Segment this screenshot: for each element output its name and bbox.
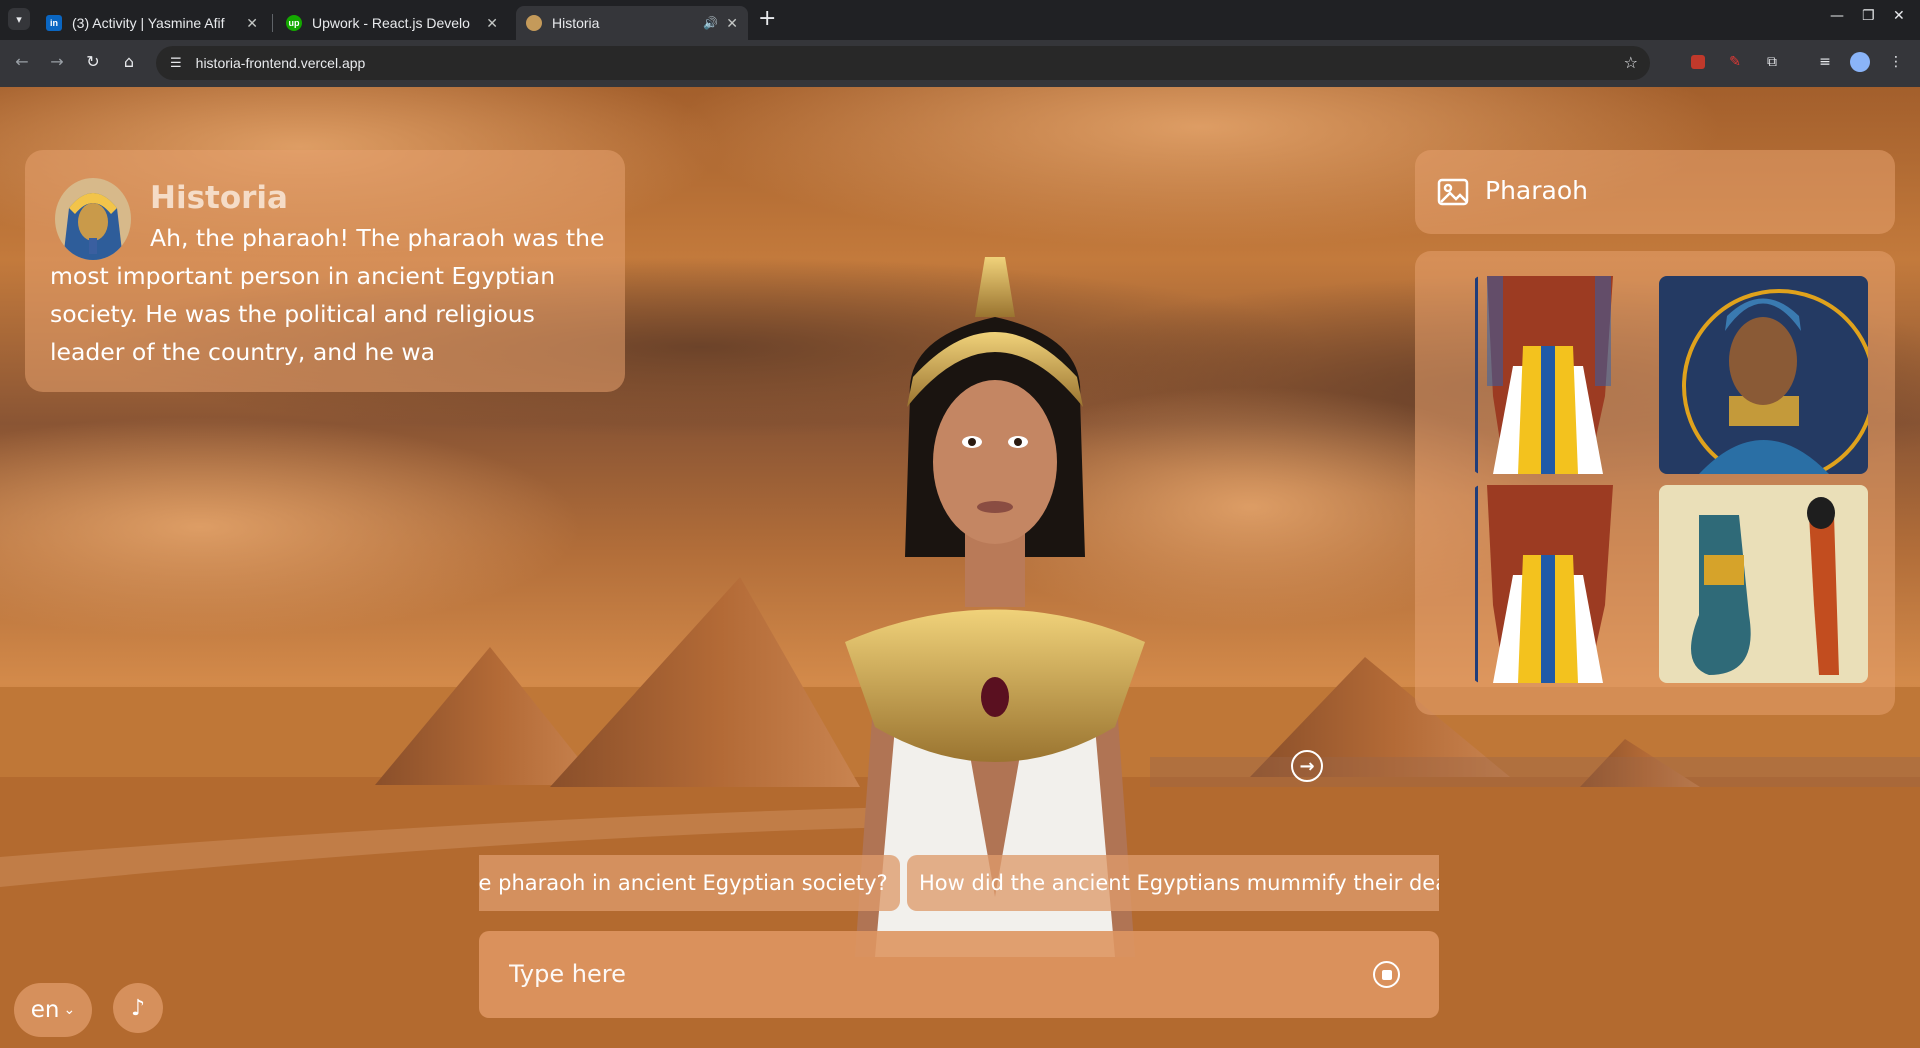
reload-icon[interactable]: ↻ [82,52,104,71]
historia-page: Historia Ah, the pharaoh! The pharaoh wa… [0,87,1920,1048]
ublock-icon[interactable] [1688,52,1708,72]
restore-icon[interactable]: ❐ [1862,8,1875,24]
browser-toolbar: ← → ↻ ⌂ ☰ historia-frontend.vercel.app ☆… [0,40,1920,87]
gallery-image-egyptian-gods[interactable] [1659,485,1868,683]
bookmark-star-icon[interactable]: ☆ [1624,53,1638,72]
language-selector[interactable]: en ⌄ [14,983,92,1037]
chat-message: Ah, the pharaoh! The pharaoh was the mos… [50,224,605,366]
forward-icon[interactable]: → [46,52,68,71]
media-controls-icon[interactable]: ≡ [1815,52,1835,72]
historia-icon [526,15,542,31]
close-tab-icon[interactable]: ✕ [486,15,498,32]
tab-search-button[interactable]: ▾ [8,8,30,30]
music-note-icon[interactable]: ♪ [113,983,163,1033]
url-text: historia-frontend.vercel.app [195,55,366,71]
image-topic-header: Pharaoh [1415,150,1895,234]
close-tab-icon[interactable]: ✕ [246,15,258,32]
linkedin-icon: in [46,15,62,31]
profile-avatar[interactable] [1850,52,1870,72]
tab-title: Historia [552,15,600,31]
minimize-icon[interactable]: — [1830,8,1844,24]
suggestion-chip[interactable]: How did the ancient Egyptians mummify th… [907,855,1439,911]
close-window-icon[interactable]: ✕ [1893,8,1905,24]
speaker-icon[interactable]: 🔊 [703,16,718,30]
pen-extension-icon[interactable]: ✎ [1725,52,1745,72]
image-icon [1437,178,1469,206]
tab-linkedin[interactable]: in (3) Activity | Yasmine Afif ✕ [36,6,268,40]
menu-icon[interactable]: ⋮ [1886,52,1906,72]
home-icon[interactable]: ⌂ [118,52,140,71]
stop-recording-icon[interactable] [1373,961,1400,988]
language-value: en [30,997,60,1023]
new-tab-button[interactable]: + [758,8,776,30]
image-gallery [1415,251,1895,715]
address-bar[interactable]: ☰ historia-frontend.vercel.app ☆ [156,46,1650,80]
gallery-image-pharaoh-drawing[interactable] [1473,276,1625,474]
chat-input-container [479,931,1439,1018]
back-icon[interactable]: ← [11,52,33,71]
gallery-image-pharaoh-drawing-2[interactable] [1473,485,1625,683]
tab-title: Upwork - React.js Develo [312,15,470,31]
suggestion-list: What was the role of the pharaoh in anci… [479,855,1439,913]
historia-chat-panel: Historia Ah, the pharaoh! The pharaoh wa… [25,150,625,392]
upwork-icon: up [286,15,302,31]
chevron-down-icon: ⌄ [63,1002,76,1018]
chat-input[interactable] [509,951,1329,997]
tab-upwork[interactable]: up Upwork - React.js Develo ✕ [276,6,508,40]
chat-sender-name: Historia [150,180,288,216]
image-topic-label: Pharaoh [1485,176,1588,205]
suggestion-chip[interactable]: What was the role of the pharaoh in anci… [479,855,900,911]
gallery-image-pharaoh-portrait[interactable] [1659,276,1868,474]
tab-strip: ▾ in (3) Activity | Yasmine Afif ✕ up Up… [0,0,1920,40]
tab-title: (3) Activity | Yasmine Afif [72,15,225,31]
next-arrow-button[interactable]: → [1291,750,1323,782]
tab-historia[interactable]: Historia 🔊 ✕ [516,6,748,40]
pharaoh-queen-avatar [845,257,1145,957]
close-tab-icon[interactable]: ✕ [726,15,738,32]
extensions-icon[interactable]: ⧉ [1762,52,1782,72]
site-info-icon[interactable]: ☰ [170,56,182,71]
